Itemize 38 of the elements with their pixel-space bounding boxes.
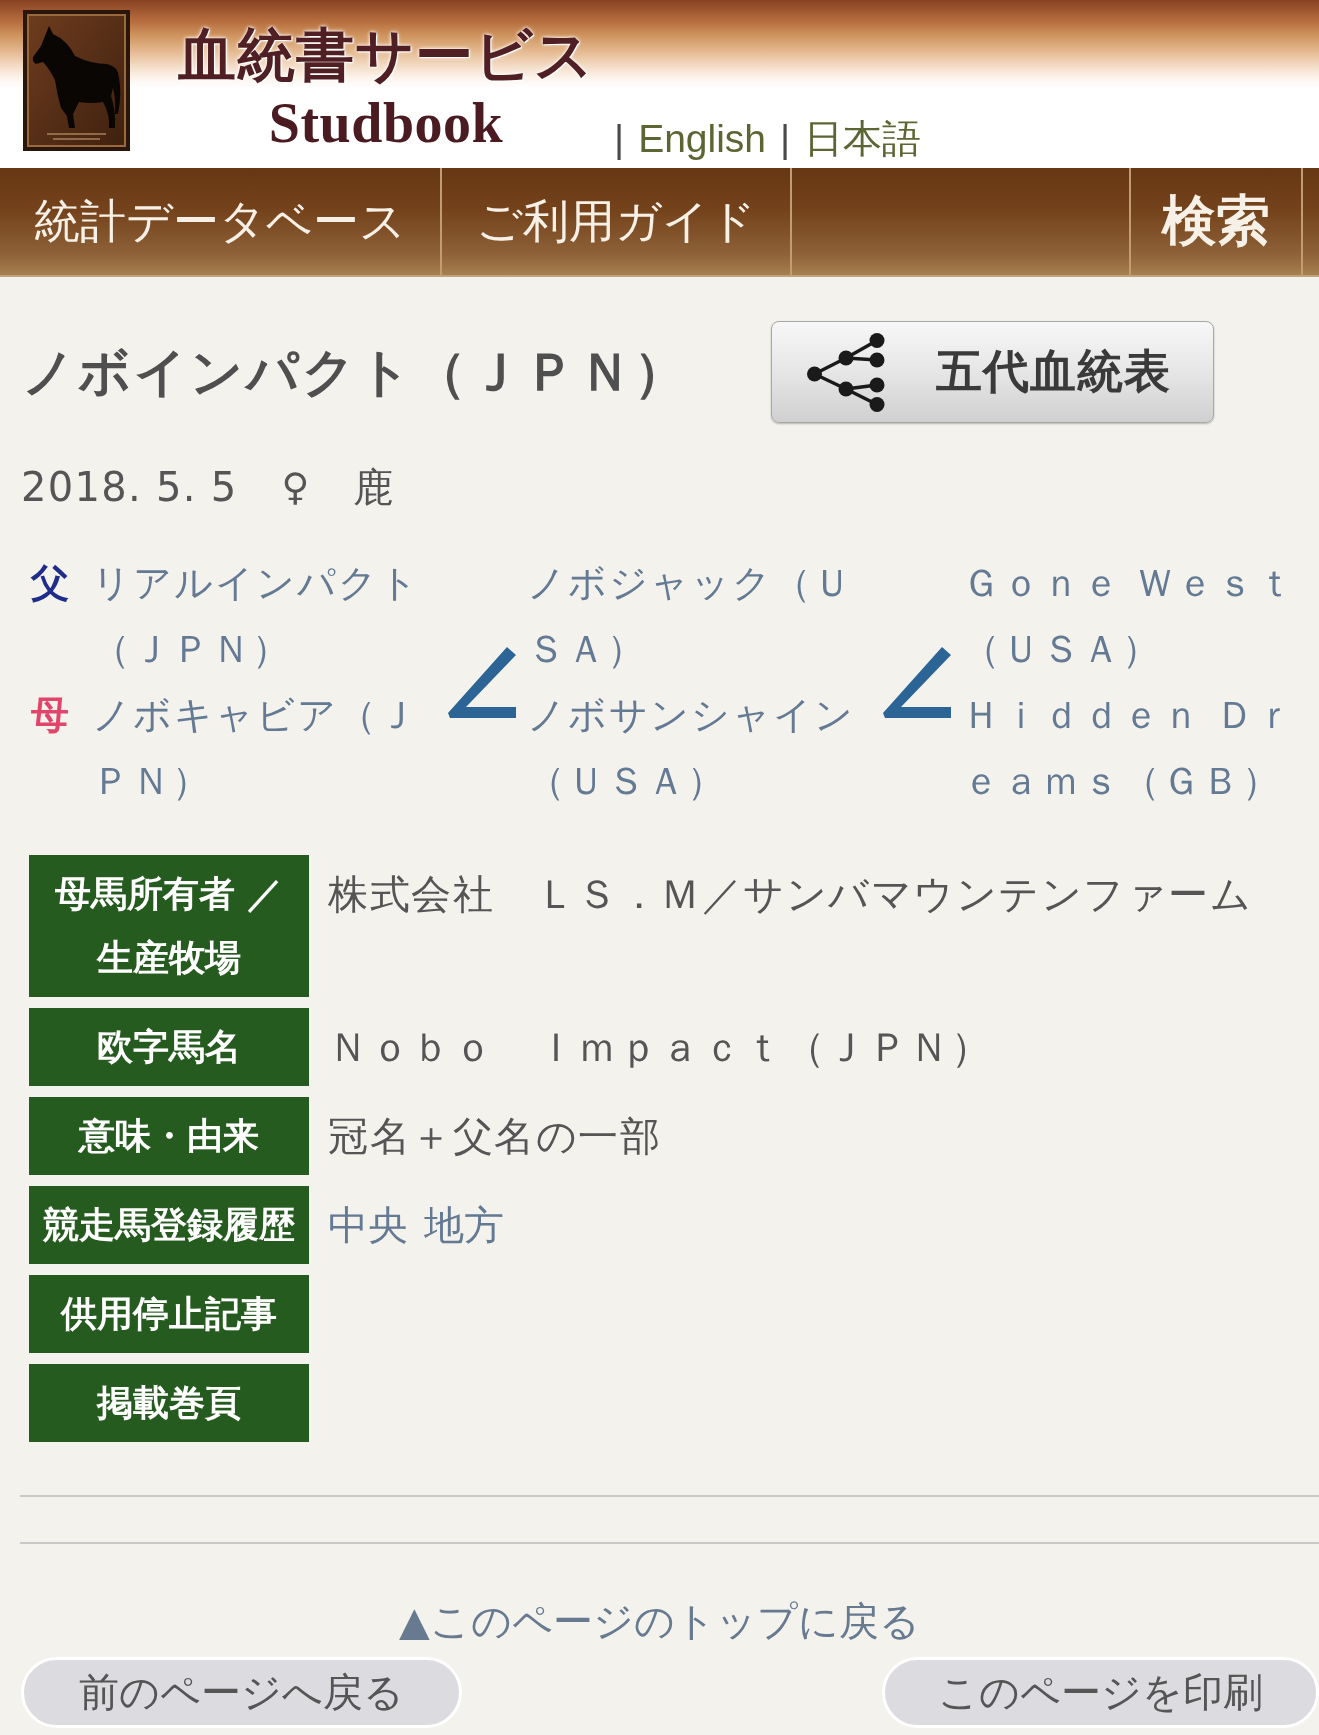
- horse-name: ノボインパクト（ＪＰＮ）: [22, 341, 689, 404]
- sire-label: 父: [31, 560, 71, 607]
- pedigree-link[interactable]: ノボジャック（ＵＳＡ）: [527, 550, 877, 682]
- registry-link[interactable]: 地方: [424, 1193, 504, 1257]
- field-value: 冠名＋父名の一部: [328, 1112, 661, 1161]
- language-link[interactable]: 日本語: [804, 117, 922, 161]
- field-value: Ｎｏｂｏ Ｉｍｐａｃｔ（ＪＰＮ）: [328, 1023, 992, 1072]
- pedigree-link[interactable]: Ｇｏｎｅ Ｗｅｓｔ（ＵＳＡ）: [962, 550, 1319, 682]
- separator-text: |: [614, 117, 625, 161]
- sex-symbol: ♀: [281, 464, 310, 511]
- nav-link[interactable]: ご利用ガイド: [442, 168, 792, 275]
- field-label: 欧字馬名: [29, 1008, 309, 1086]
- birth-date: 2018. 5. 5: [21, 463, 238, 511]
- site-title: 血統書サービス: [178, 22, 594, 88]
- nav-link[interactable]: 統計データベース: [0, 168, 442, 275]
- horse-logo-icon: [23, 10, 130, 151]
- pedigree-link[interactable]: ノボサンシャイン（ＵＳＡ）: [527, 682, 877, 814]
- page-top-link[interactable]: ▲このページのトップに戻る: [399, 1597, 920, 1645]
- registry-link[interactable]: 中央: [328, 1193, 408, 1257]
- pedigree-link[interactable]: リアルインパクト（ＪＰＮ）: [92, 550, 442, 682]
- separator-text: |: [780, 117, 791, 161]
- pedigree-link[interactable]: Ｈｉｄｄｅｎ Ｄｒｅａｍｓ（ＧＢ）: [962, 682, 1319, 814]
- pedigree-tree-icon: [807, 332, 885, 412]
- field-label: 供用停止記事: [29, 1275, 309, 1353]
- language-link[interactable]: English: [638, 117, 767, 161]
- pedigree-link[interactable]: ノボキャビア（ＪＰＮ）: [92, 682, 442, 814]
- coat-color: 鹿: [353, 463, 394, 511]
- angle-connector-icon: [448, 646, 516, 718]
- field-label: 競走馬登録履歴: [29, 1186, 309, 1264]
- field-label: 意味・由来: [29, 1097, 309, 1175]
- angle-connector-icon: [883, 646, 951, 718]
- field-value: 株式会社 ＬＳ．Ｍ／サンバマウンテンファーム: [328, 870, 1252, 919]
- dam-label: 母: [31, 692, 71, 739]
- field-label: 掲載巻頁: [29, 1364, 309, 1442]
- search-link[interactable]: 検索: [1131, 168, 1303, 275]
- pedigree-chart-button[interactable]: 五代血統表: [771, 321, 1214, 423]
- field-label: 母馬所有者 ／生産牧場: [29, 855, 309, 997]
- site-subtitle: Studbook: [268, 94, 504, 152]
